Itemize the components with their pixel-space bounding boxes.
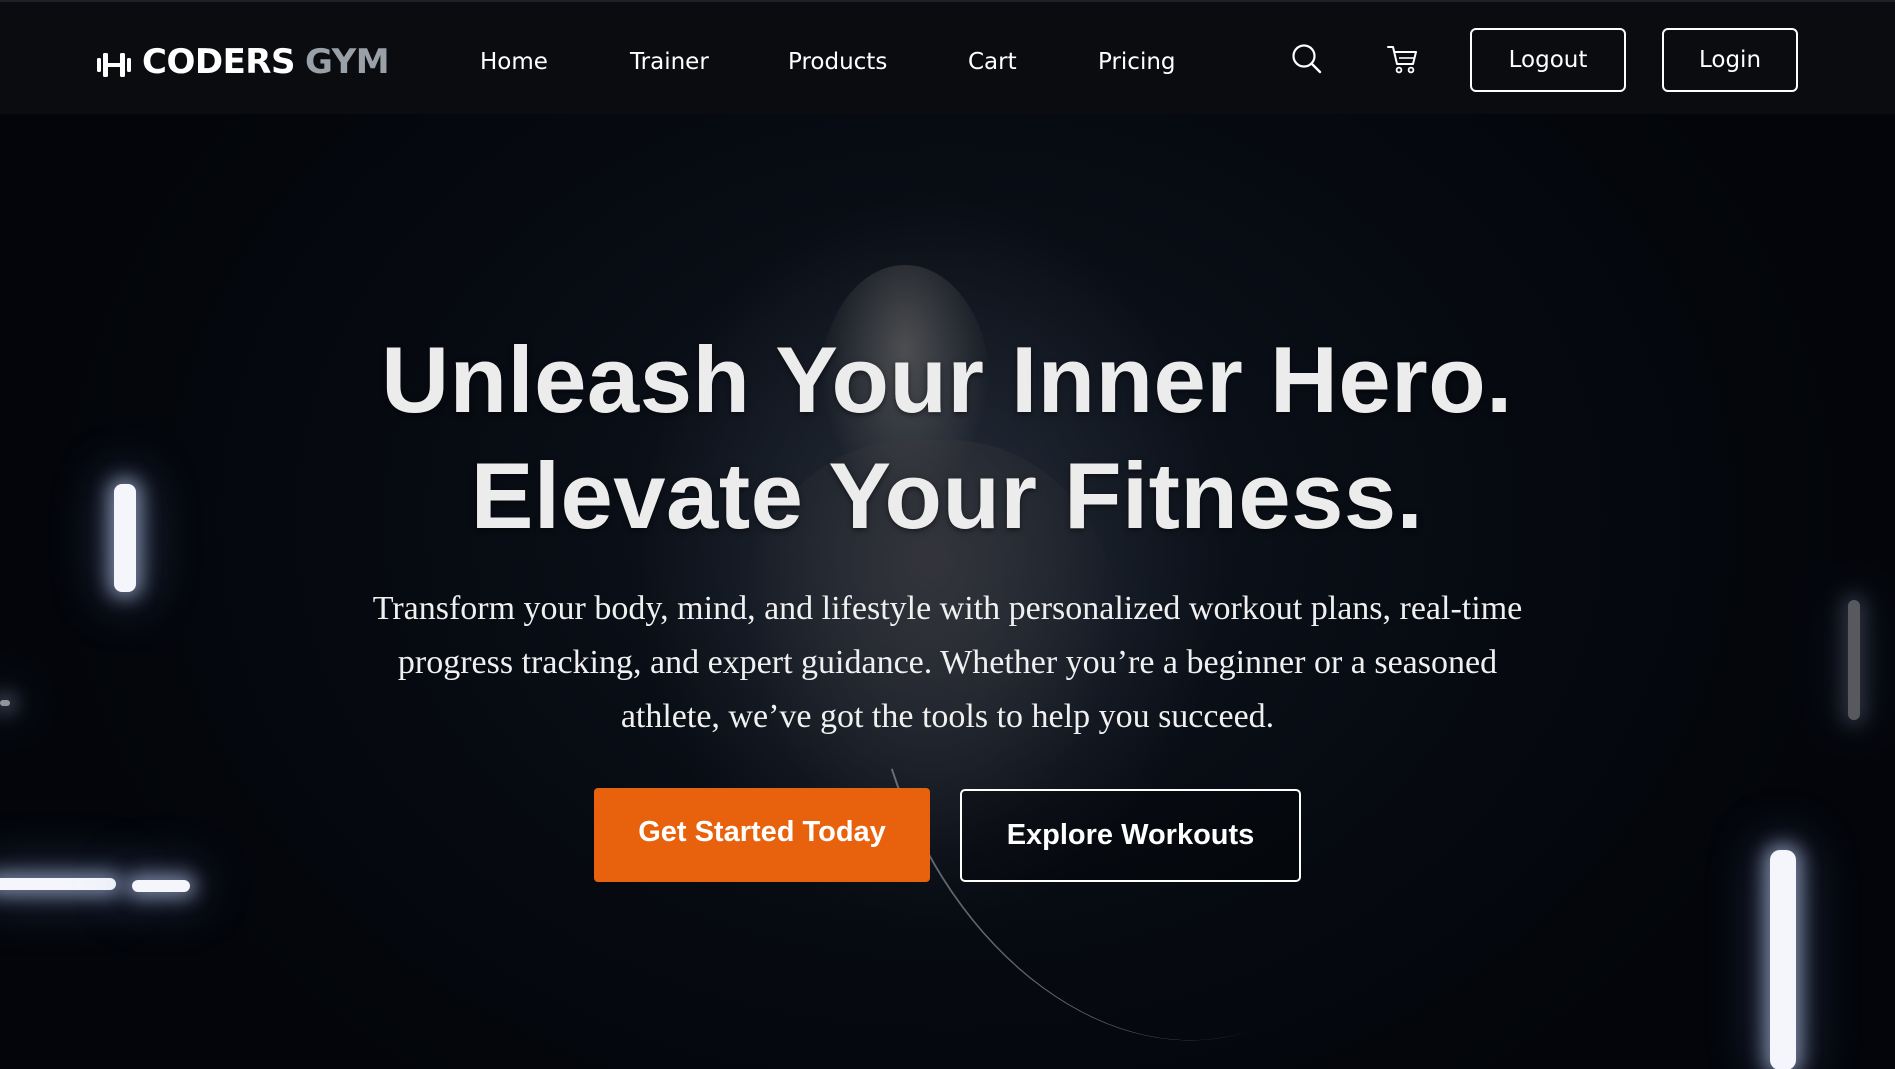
- brand-name-secondary: GYM: [304, 42, 390, 82]
- logout-button[interactable]: Logout: [1470, 28, 1626, 92]
- search-icon[interactable]: [1290, 42, 1324, 76]
- hero-subtitle: Transform your body, mind, and lifestyle…: [372, 590, 1523, 735]
- nav-link-cart[interactable]: Cart: [968, 42, 1017, 82]
- studio-light: [132, 880, 190, 892]
- nav-link-products[interactable]: Products: [788, 42, 887, 82]
- studio-light: [1848, 600, 1860, 720]
- studio-light: [0, 878, 116, 890]
- brand-logo[interactable]: CODERS GYM: [96, 40, 390, 84]
- hero-title-line-2: Elevate Your Fitness.: [470, 443, 1424, 548]
- nav-link-home[interactable]: Home: [480, 42, 548, 82]
- studio-light: [0, 700, 10, 706]
- studio-light: [114, 484, 136, 592]
- nav-link-pricing[interactable]: Pricing: [1098, 42, 1176, 82]
- get-started-button[interactable]: Get Started Today: [594, 788, 930, 882]
- hero-title-line-1: Unleash Your Inner Hero.: [381, 327, 1513, 432]
- shopping-cart-icon[interactable]: [1386, 42, 1420, 76]
- navbar: CODERS GYM Home Trainer Products Cart Pr…: [0, 0, 1895, 114]
- nav-link-trainer[interactable]: Trainer: [630, 42, 709, 82]
- hero-title: Unleash Your Inner Hero. Elevate Your Fi…: [247, 322, 1647, 554]
- studio-light: [1770, 850, 1796, 1069]
- brand-name-primary: CODERS: [142, 42, 295, 82]
- login-button[interactable]: Login: [1662, 28, 1798, 92]
- explore-workouts-button[interactable]: Explore Workouts: [960, 789, 1301, 882]
- landing-page: CODERS GYM Home Trainer Products Cart Pr…: [0, 0, 1895, 1069]
- dumbbell-icon: [96, 48, 132, 77]
